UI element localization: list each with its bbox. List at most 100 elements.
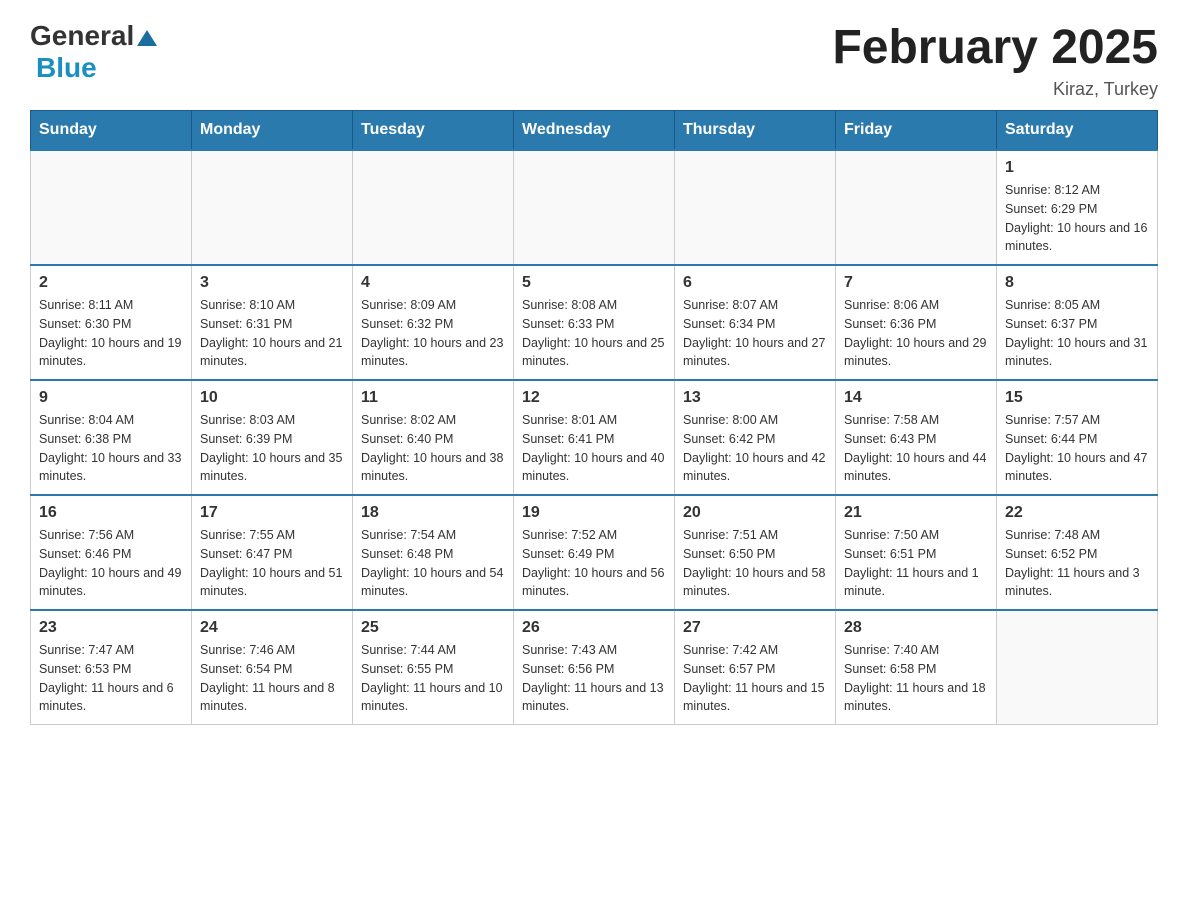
calendar-day-cell: 10 Sunrise: 8:03 AM Sunset: 6:39 PM Dayli… <box>192 380 353 495</box>
day-info: Sunrise: 7:50 AM Sunset: 6:51 PM Dayligh… <box>844 526 988 601</box>
day-number: 21 <box>844 504 988 522</box>
day-info: Sunrise: 8:01 AM Sunset: 6:41 PM Dayligh… <box>522 411 666 486</box>
calendar-week-row: 16 Sunrise: 7:56 AM Sunset: 6:46 PM Dayli… <box>31 495 1158 610</box>
calendar-day-cell: 19 Sunrise: 7:52 AM Sunset: 6:49 PM Dayli… <box>514 495 675 610</box>
calendar-day-cell <box>353 150 514 265</box>
calendar-day-cell: 17 Sunrise: 7:55 AM Sunset: 6:47 PM Dayli… <box>192 495 353 610</box>
day-info: Sunrise: 8:06 AM Sunset: 6:36 PM Dayligh… <box>844 296 988 371</box>
day-number: 26 <box>522 619 666 637</box>
calendar-week-row: 23 Sunrise: 7:47 AM Sunset: 6:53 PM Dayli… <box>31 610 1158 725</box>
day-number: 24 <box>200 619 344 637</box>
day-number: 18 <box>361 504 505 522</box>
day-info: Sunrise: 7:52 AM Sunset: 6:49 PM Dayligh… <box>522 526 666 601</box>
day-number: 8 <box>1005 274 1149 292</box>
calendar-day-cell <box>514 150 675 265</box>
calendar-day-cell: 2 Sunrise: 8:11 AM Sunset: 6:30 PM Daylig… <box>31 265 192 380</box>
calendar-header-row: Sunday Monday Tuesday Wednesday Thursday… <box>31 111 1158 151</box>
day-info: Sunrise: 8:11 AM Sunset: 6:30 PM Dayligh… <box>39 296 183 371</box>
day-number: 4 <box>361 274 505 292</box>
day-number: 5 <box>522 274 666 292</box>
day-info: Sunrise: 8:07 AM Sunset: 6:34 PM Dayligh… <box>683 296 827 371</box>
calendar-week-row: 1 Sunrise: 8:12 AM Sunset: 6:29 PM Daylig… <box>31 150 1158 265</box>
calendar-day-cell: 24 Sunrise: 7:46 AM Sunset: 6:54 PM Dayli… <box>192 610 353 725</box>
logo-general-text: General <box>30 20 134 52</box>
day-number: 19 <box>522 504 666 522</box>
calendar-day-cell: 20Sunrise: 7:51 AM Sunset: 6:50 PM Dayli… <box>675 495 836 610</box>
day-number: 15 <box>1005 389 1149 407</box>
day-number: 11 <box>361 389 505 407</box>
calendar-day-cell <box>836 150 997 265</box>
calendar-day-cell: 11 Sunrise: 8:02 AM Sunset: 6:40 PM Dayli… <box>353 380 514 495</box>
day-number: 25 <box>361 619 505 637</box>
day-info: Sunrise: 7:57 AM Sunset: 6:44 PM Dayligh… <box>1005 411 1149 486</box>
day-number: 13 <box>683 389 827 407</box>
day-number: 23 <box>39 619 183 637</box>
col-monday: Monday <box>192 111 353 151</box>
day-info: Sunrise: 7:42 AM Sunset: 6:57 PM Dayligh… <box>683 641 827 716</box>
calendar-day-cell: 5 Sunrise: 8:08 AM Sunset: 6:33 PM Daylig… <box>514 265 675 380</box>
day-info: Sunrise: 7:48 AM Sunset: 6:52 PM Dayligh… <box>1005 526 1149 601</box>
calendar-day-cell: 28 Sunrise: 7:40 AM Sunset: 6:58 PM Dayli… <box>836 610 997 725</box>
calendar-table: Sunday Monday Tuesday Wednesday Thursday… <box>30 110 1158 725</box>
day-info: Sunrise: 7:40 AM Sunset: 6:58 PM Dayligh… <box>844 641 988 716</box>
calendar-day-cell: 9 Sunrise: 8:04 AM Sunset: 6:38 PM Daylig… <box>31 380 192 495</box>
day-number: 12 <box>522 389 666 407</box>
day-number: 9 <box>39 389 183 407</box>
day-info: Sunrise: 8:00 AM Sunset: 6:42 PM Dayligh… <box>683 411 827 486</box>
day-info: Sunrise: 7:55 AM Sunset: 6:47 PM Dayligh… <box>200 526 344 601</box>
calendar-day-cell: 23 Sunrise: 7:47 AM Sunset: 6:53 PM Dayli… <box>31 610 192 725</box>
day-info: Sunrise: 8:09 AM Sunset: 6:32 PM Dayligh… <box>361 296 505 371</box>
calendar-day-cell: 16 Sunrise: 7:56 AM Sunset: 6:46 PM Dayli… <box>31 495 192 610</box>
day-info: Sunrise: 7:47 AM Sunset: 6:53 PM Dayligh… <box>39 641 183 716</box>
day-number: 22 <box>1005 504 1149 522</box>
day-info: Sunrise: 7:46 AM Sunset: 6:54 PM Dayligh… <box>200 641 344 716</box>
day-number: 14 <box>844 389 988 407</box>
calendar-day-cell: 14 Sunrise: 7:58 AM Sunset: 6:43 PM Dayli… <box>836 380 997 495</box>
calendar-day-cell: 18Sunrise: 7:54 AM Sunset: 6:48 PM Dayli… <box>353 495 514 610</box>
day-info: Sunrise: 8:12 AM Sunset: 6:29 PM Dayligh… <box>1005 181 1149 256</box>
day-number: 28 <box>844 619 988 637</box>
day-number: 2 <box>39 274 183 292</box>
calendar-day-cell: 26 Sunrise: 7:43 AM Sunset: 6:56 PM Dayli… <box>514 610 675 725</box>
calendar-day-cell <box>31 150 192 265</box>
col-thursday: Thursday <box>675 111 836 151</box>
day-info: Sunrise: 8:02 AM Sunset: 6:40 PM Dayligh… <box>361 411 505 486</box>
day-info: Sunrise: 8:05 AM Sunset: 6:37 PM Dayligh… <box>1005 296 1149 371</box>
day-info: Sunrise: 7:58 AM Sunset: 6:43 PM Dayligh… <box>844 411 988 486</box>
calendar-day-cell: 1 Sunrise: 8:12 AM Sunset: 6:29 PM Daylig… <box>997 150 1158 265</box>
day-info: Sunrise: 7:44 AM Sunset: 6:55 PM Dayligh… <box>361 641 505 716</box>
calendar-day-cell: 8 Sunrise: 8:05 AM Sunset: 6:37 PM Daylig… <box>997 265 1158 380</box>
day-info: Sunrise: 7:51 AM Sunset: 6:50 PM Dayligh… <box>683 526 827 601</box>
day-number: 27 <box>683 619 827 637</box>
calendar-day-cell <box>192 150 353 265</box>
logo: General Blue <box>30 20 157 84</box>
day-number: 16 <box>39 504 183 522</box>
col-sunday: Sunday <box>31 111 192 151</box>
day-info: Sunrise: 8:08 AM Sunset: 6:33 PM Dayligh… <box>522 296 666 371</box>
calendar-day-cell: 12 Sunrise: 8:01 AM Sunset: 6:41 PM Dayli… <box>514 380 675 495</box>
col-wednesday: Wednesday <box>514 111 675 151</box>
day-number: 1 <box>1005 159 1149 177</box>
calendar-day-cell <box>675 150 836 265</box>
calendar-week-row: 2 Sunrise: 8:11 AM Sunset: 6:30 PM Daylig… <box>31 265 1158 380</box>
calendar-week-row: 9 Sunrise: 8:04 AM Sunset: 6:38 PM Daylig… <box>31 380 1158 495</box>
day-number: 3 <box>200 274 344 292</box>
col-friday: Friday <box>836 111 997 151</box>
day-info: Sunrise: 7:43 AM Sunset: 6:56 PM Dayligh… <box>522 641 666 716</box>
page-header: General Blue February 2025 Kiraz, Turkey <box>30 20 1158 100</box>
calendar-day-cell <box>997 610 1158 725</box>
day-info: Sunrise: 8:04 AM Sunset: 6:38 PM Dayligh… <box>39 411 183 486</box>
day-number: 10 <box>200 389 344 407</box>
day-number: 17 <box>200 504 344 522</box>
day-info: Sunrise: 8:03 AM Sunset: 6:39 PM Dayligh… <box>200 411 344 486</box>
calendar-day-cell: 6 Sunrise: 8:07 AM Sunset: 6:34 PM Daylig… <box>675 265 836 380</box>
day-info: Sunrise: 7:56 AM Sunset: 6:46 PM Dayligh… <box>39 526 183 601</box>
calendar-day-cell: 13 Sunrise: 8:00 AM Sunset: 6:42 PM Dayli… <box>675 380 836 495</box>
day-info: Sunrise: 8:10 AM Sunset: 6:31 PM Dayligh… <box>200 296 344 371</box>
calendar-day-cell: 27 Sunrise: 7:42 AM Sunset: 6:57 PM Dayli… <box>675 610 836 725</box>
calendar-day-cell: 21 Sunrise: 7:50 AM Sunset: 6:51 PM Dayli… <box>836 495 997 610</box>
day-number: 6 <box>683 274 827 292</box>
calendar-day-cell: 7Sunrise: 8:06 AM Sunset: 6:36 PM Daylig… <box>836 265 997 380</box>
calendar-day-cell: 22 Sunrise: 7:48 AM Sunset: 6:52 PM Dayli… <box>997 495 1158 610</box>
logo-triangle-icon <box>137 30 157 46</box>
